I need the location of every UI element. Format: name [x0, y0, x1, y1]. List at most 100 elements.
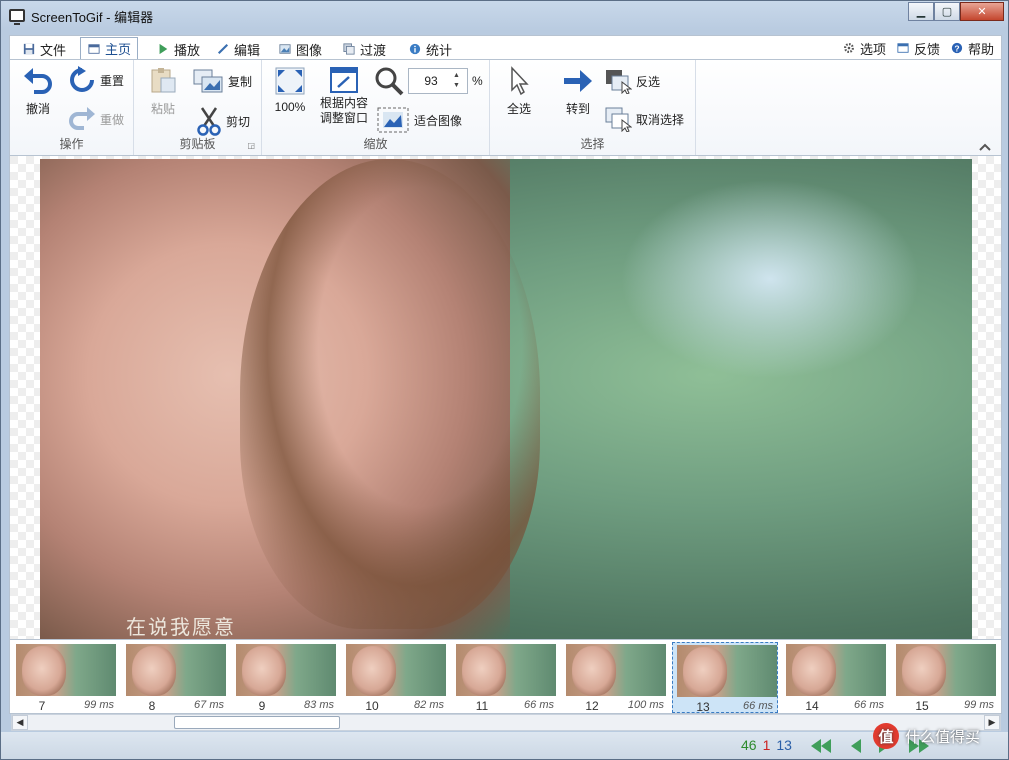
tab-image[interactable]: 图像	[272, 38, 328, 60]
frame-thumbnail[interactable]	[677, 645, 777, 697]
scissors-icon	[197, 107, 221, 136]
paste-button[interactable]: 粘贴	[148, 66, 178, 117]
frame-thumbnail[interactable]	[896, 644, 996, 696]
paste-icon	[151, 68, 176, 93]
fit-image-button[interactable]: 适合图像	[376, 106, 462, 134]
total-frames: 46	[741, 737, 757, 753]
spin-up-icon[interactable]: ▲	[453, 71, 460, 81]
tab-statistics-label: 统计	[426, 42, 453, 58]
frame-thumbnail[interactable]	[346, 644, 446, 696]
go-to-button[interactable]: 转到	[562, 66, 594, 117]
undo-button[interactable]: 撤消	[22, 66, 54, 117]
tab-statistics[interactable]: 统计	[402, 38, 458, 60]
frame-item[interactable]: 15 99 ms	[892, 642, 998, 713]
zoom-value[interactable]: 93	[409, 74, 453, 88]
maximize-button[interactable]: ▢	[934, 2, 960, 21]
frame-delay: 99 ms	[964, 699, 994, 711]
collapse-ribbon-icon[interactable]	[979, 142, 991, 152]
options-button[interactable]: 选项	[842, 38, 886, 58]
frame-item[interactable]: 9 83 ms	[232, 642, 338, 713]
group-zoom-label: 缩放	[363, 137, 388, 151]
help-button[interactable]: ? 帮助	[950, 38, 994, 58]
horizontal-scrollbar[interactable]: ◀ ▶	[11, 714, 1001, 731]
redo-button[interactable]: 重做	[68, 106, 124, 132]
scrollbar-thumb[interactable]	[174, 716, 340, 729]
minimize-button[interactable]: ▁	[908, 2, 934, 21]
frame-thumbnail[interactable]	[566, 644, 666, 696]
app-monitor-icon	[9, 9, 25, 25]
info-icon	[409, 43, 421, 55]
fit-window-button[interactable]: 根据内容 调整窗口	[320, 66, 368, 126]
tab-transition[interactable]: 过渡	[336, 38, 392, 60]
tab-edit[interactable]: 编辑	[210, 38, 266, 60]
zoom-100-button[interactable]: 100%	[274, 66, 306, 114]
previous-frame-icon[interactable]	[847, 737, 863, 755]
frame-number: 14	[805, 699, 819, 713]
reset-label: 重置	[100, 73, 125, 88]
caption-buttons: ▁ ▢ ✕	[908, 2, 1004, 21]
save-icon	[23, 43, 35, 55]
tab-home[interactable]: 主页	[80, 37, 139, 60]
frame-item[interactable]: 8 67 ms	[122, 642, 228, 713]
cut-button[interactable]: 剪切	[196, 106, 250, 136]
frame-strip: 7 99 ms 8 67 ms 9 83 ms 10 82 ms 11 66 ms 12 100 ms…	[9, 639, 1002, 714]
frame-number: 10	[365, 699, 379, 713]
frame-item[interactable]: 12 100 ms	[562, 642, 668, 713]
deselect-icon	[605, 107, 632, 132]
frame-item[interactable]: 11 66 ms	[452, 642, 558, 713]
go-to-label: 转到	[565, 102, 590, 116]
pencil-icon	[217, 43, 229, 55]
deselect-button[interactable]: 取消选择	[604, 106, 684, 132]
feedback-button[interactable]: 反馈	[896, 38, 940, 58]
feedback-window-icon	[897, 43, 909, 53]
tab-play[interactable]: 播放	[150, 38, 206, 60]
invert-selection-icon	[606, 70, 632, 94]
scroll-left-icon[interactable]: ◀	[12, 715, 28, 730]
tab-file[interactable]: 文件	[16, 38, 72, 60]
copy-button[interactable]: 复制	[192, 68, 252, 94]
expand-arrows-icon	[275, 67, 305, 95]
frame-delay: 67 ms	[194, 699, 224, 711]
frame-thumbnail[interactable]	[236, 644, 336, 696]
thumbnail-face	[242, 646, 286, 696]
thumbnail-face	[572, 646, 616, 696]
thumbnail-face	[902, 646, 946, 696]
arrow-right-icon	[564, 70, 592, 92]
frame-item[interactable]: 7 99 ms	[12, 642, 118, 713]
frame-item[interactable]: 10 82 ms	[342, 642, 448, 713]
frame-item[interactable]: 14 66 ms	[782, 642, 888, 713]
frame-thumbnail[interactable]	[16, 644, 116, 696]
redo-icon	[69, 107, 95, 130]
close-button[interactable]: ✕	[960, 2, 1004, 21]
frame-delay: 99 ms	[84, 699, 114, 711]
thumbnail-face	[683, 647, 727, 697]
undo-label: 撤消	[25, 102, 50, 116]
window-title: ScreenToGif - 编辑器	[31, 10, 154, 25]
frame-image: 在说我愿意	[40, 159, 972, 639]
undo-icon	[24, 68, 52, 94]
copy-label: 复制	[228, 74, 253, 89]
scroll-right-icon[interactable]: ▶	[984, 715, 1000, 730]
tab-play-label: 播放	[174, 42, 201, 58]
frame-item[interactable]: 13 66 ms	[672, 642, 778, 714]
cursor-icon	[511, 66, 529, 96]
frame-number: 15	[915, 699, 929, 713]
invert-selection-button[interactable]: 反选	[604, 68, 660, 94]
frame-thumbnail[interactable]	[126, 644, 226, 696]
zoom-spin[interactable]: ▲ ▼	[453, 71, 460, 91]
frame-number: 12	[585, 699, 599, 713]
watermark-text: 什么值得买	[905, 728, 981, 746]
frame-number: 8	[148, 699, 156, 713]
frame-delay: 66 ms	[743, 700, 773, 712]
zoom-percent: %	[472, 74, 483, 88]
frame-thumbnail[interactable]	[786, 644, 886, 696]
dialog-launcher-icon[interactable]: ◲	[247, 141, 255, 150]
thumbnail-face	[352, 646, 396, 696]
frame-thumbnail[interactable]	[456, 644, 556, 696]
spin-down-icon[interactable]: ▼	[453, 81, 460, 91]
select-all-button[interactable]: 全选	[506, 66, 532, 117]
first-frame-icon[interactable]	[809, 737, 833, 755]
zoom-stepper[interactable]: 93 ▲ ▼	[408, 68, 468, 94]
reset-button[interactable]: 重置	[68, 66, 124, 94]
frame-number: 7	[38, 699, 46, 713]
